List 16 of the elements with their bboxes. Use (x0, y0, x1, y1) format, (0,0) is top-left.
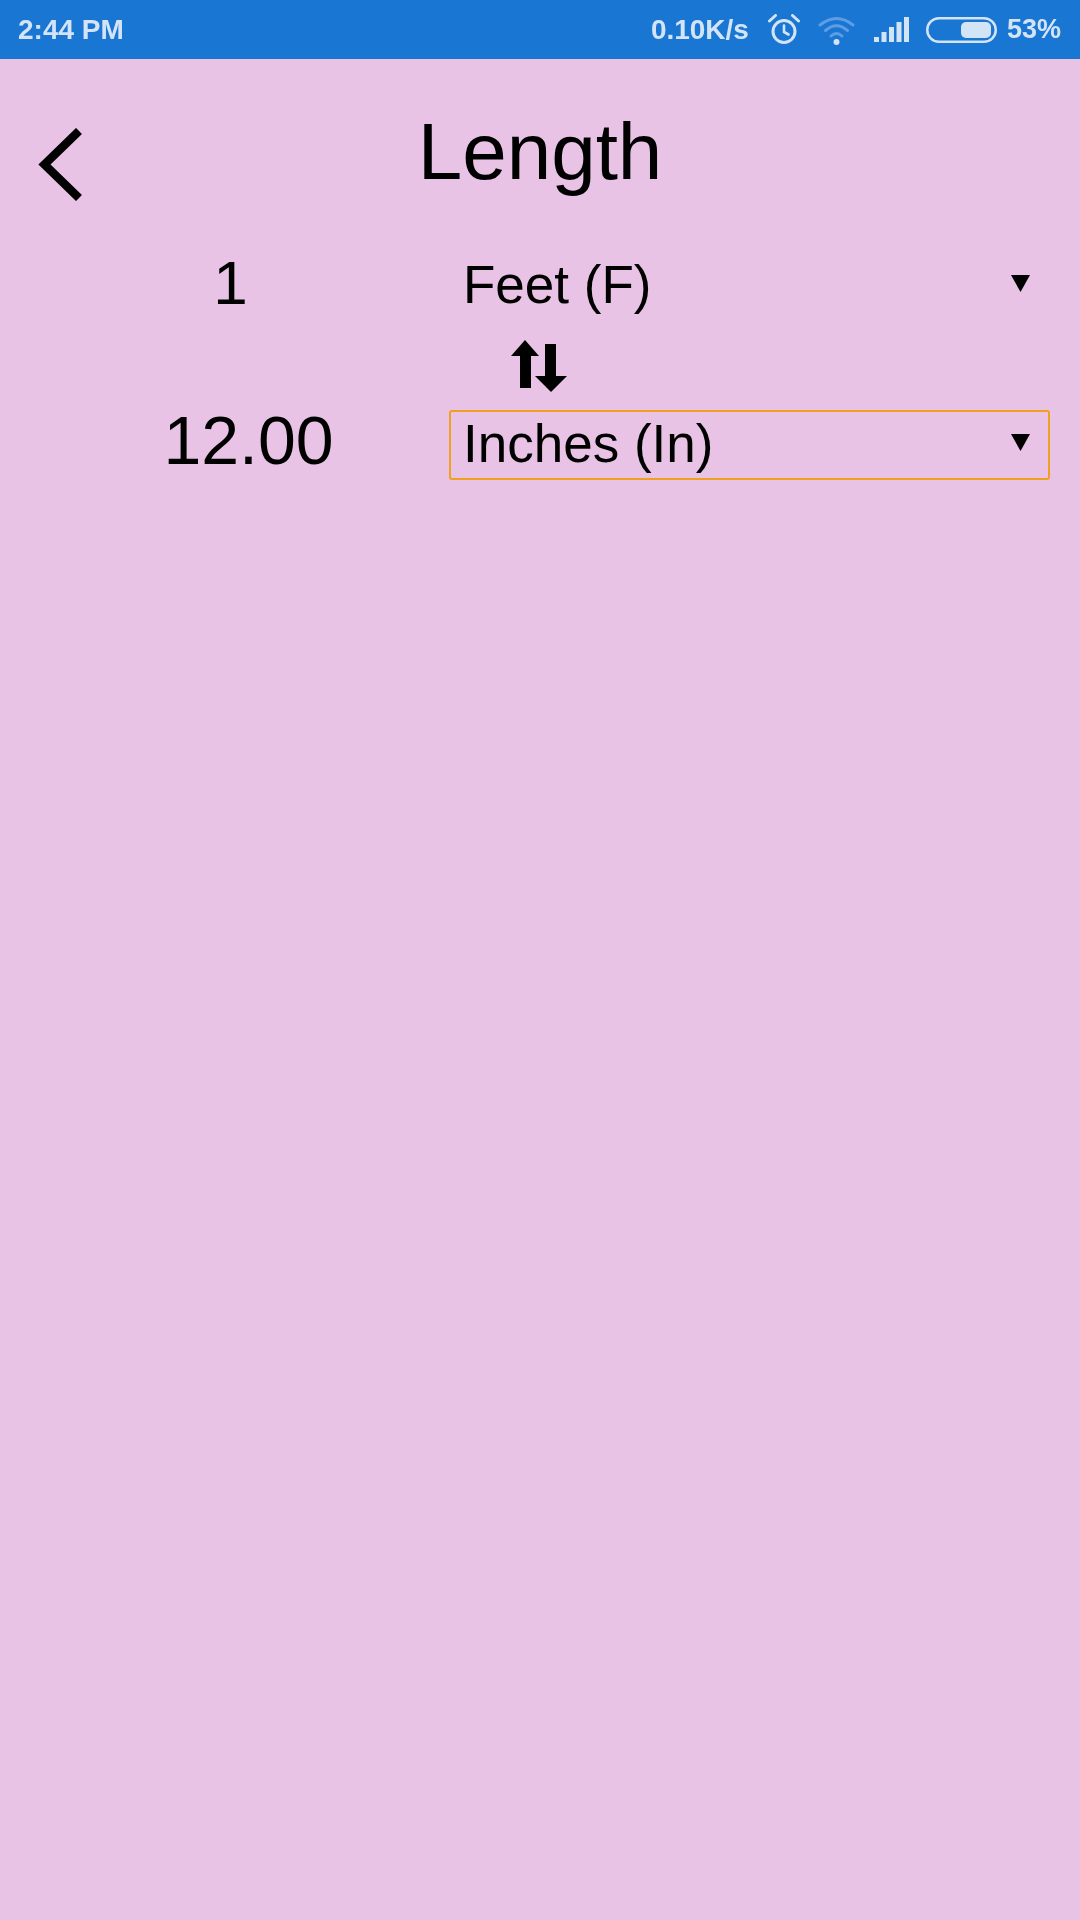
wifi-icon (817, 14, 855, 45)
back-chevron-icon (38, 128, 83, 201)
back-button[interactable] (38, 128, 83, 201)
converted-value: 12.00 (163, 405, 334, 474)
battery-icon (925, 16, 997, 43)
network-speed: 0.10K/s (650, 15, 749, 44)
swap-arrows-icon[interactable] (510, 340, 568, 392)
number-input[interactable]: 1 (175, 251, 286, 314)
unit-dropdown[interactable]: Feet (F) (449, 251, 1050, 321)
status-time: 2:44 PM (18, 15, 124, 44)
battery-percent: 53% (1006, 16, 1061, 43)
dropdown-caret-icon (1011, 274, 1030, 292)
signal-bars-icon (873, 17, 910, 42)
unit-dropdown[interactable]: Inches (In) (449, 410, 1050, 480)
dropdown-caret-icon (1011, 433, 1030, 451)
alarm-clock-icon (767, 14, 800, 45)
